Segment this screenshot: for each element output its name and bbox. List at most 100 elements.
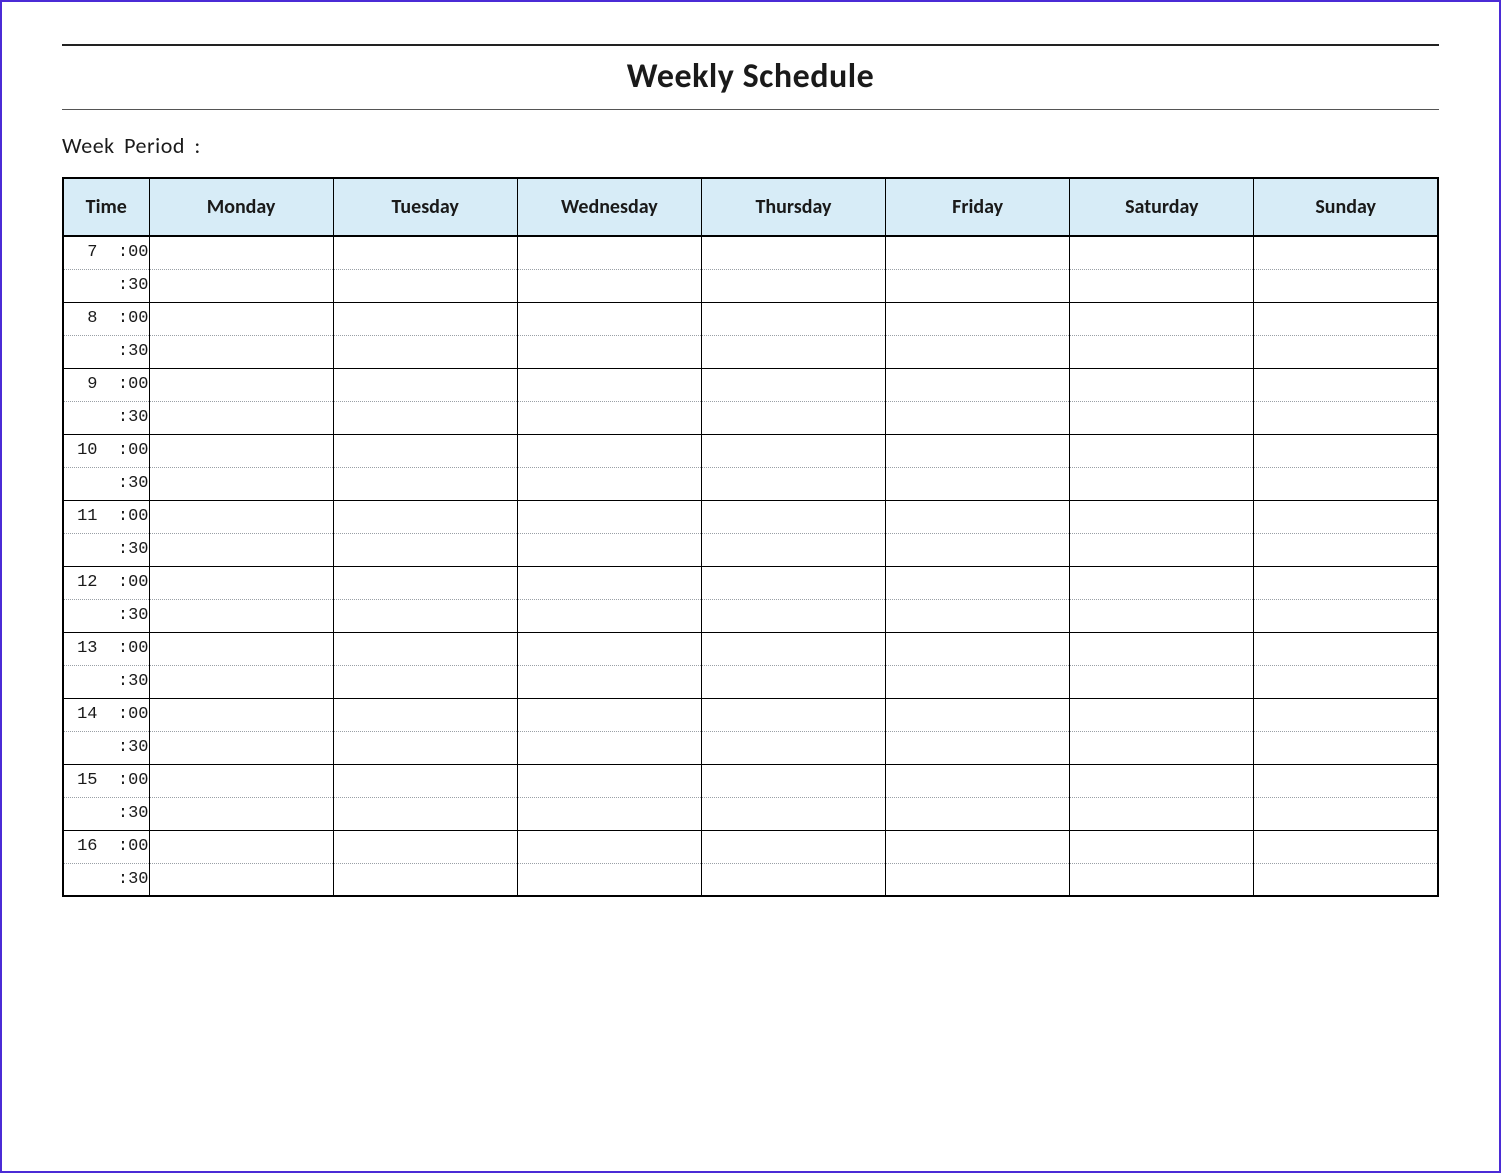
schedule-cell[interactable] [701, 797, 885, 830]
schedule-cell[interactable] [1254, 500, 1438, 533]
schedule-cell[interactable] [1254, 830, 1438, 863]
schedule-cell[interactable] [1254, 599, 1438, 632]
schedule-cell[interactable] [701, 302, 885, 335]
schedule-cell[interactable] [701, 533, 885, 566]
schedule-cell[interactable] [1254, 401, 1438, 434]
schedule-cell[interactable] [333, 632, 517, 665]
schedule-cell[interactable] [701, 764, 885, 797]
schedule-cell[interactable] [701, 500, 885, 533]
schedule-cell[interactable] [886, 566, 1070, 599]
schedule-cell[interactable] [1070, 467, 1254, 500]
schedule-cell[interactable] [701, 368, 885, 401]
schedule-cell[interactable] [701, 665, 885, 698]
schedule-cell[interactable] [1254, 863, 1438, 896]
schedule-cell[interactable] [149, 863, 333, 896]
schedule-cell[interactable] [517, 599, 701, 632]
schedule-cell[interactable] [149, 830, 333, 863]
schedule-cell[interactable] [701, 599, 885, 632]
schedule-cell[interactable] [886, 764, 1070, 797]
schedule-cell[interactable] [886, 401, 1070, 434]
schedule-cell[interactable] [333, 797, 517, 830]
schedule-cell[interactable] [886, 500, 1070, 533]
schedule-cell[interactable] [1070, 368, 1254, 401]
schedule-cell[interactable] [1254, 302, 1438, 335]
schedule-cell[interactable] [1070, 665, 1254, 698]
schedule-cell[interactable] [1254, 434, 1438, 467]
schedule-cell[interactable] [149, 368, 333, 401]
schedule-cell[interactable] [886, 830, 1070, 863]
schedule-cell[interactable] [1070, 401, 1254, 434]
schedule-cell[interactable] [517, 236, 701, 269]
schedule-cell[interactable] [886, 599, 1070, 632]
schedule-cell[interactable] [1070, 797, 1254, 830]
schedule-cell[interactable] [149, 269, 333, 302]
schedule-cell[interactable] [149, 533, 333, 566]
schedule-cell[interactable] [1070, 236, 1254, 269]
schedule-cell[interactable] [701, 731, 885, 764]
schedule-cell[interactable] [886, 731, 1070, 764]
schedule-cell[interactable] [1070, 632, 1254, 665]
schedule-cell[interactable] [886, 632, 1070, 665]
schedule-cell[interactable] [886, 665, 1070, 698]
schedule-cell[interactable] [701, 269, 885, 302]
schedule-cell[interactable] [333, 665, 517, 698]
schedule-cell[interactable] [517, 500, 701, 533]
schedule-cell[interactable] [149, 302, 333, 335]
schedule-cell[interactable] [333, 764, 517, 797]
schedule-cell[interactable] [149, 335, 333, 368]
schedule-cell[interactable] [333, 401, 517, 434]
schedule-cell[interactable] [701, 434, 885, 467]
schedule-cell[interactable] [886, 302, 1070, 335]
schedule-cell[interactable] [1254, 236, 1438, 269]
schedule-cell[interactable] [1070, 533, 1254, 566]
schedule-cell[interactable] [333, 863, 517, 896]
schedule-cell[interactable] [701, 335, 885, 368]
schedule-cell[interactable] [1070, 434, 1254, 467]
schedule-cell[interactable] [149, 698, 333, 731]
schedule-cell[interactable] [333, 467, 517, 500]
schedule-cell[interactable] [517, 467, 701, 500]
schedule-cell[interactable] [517, 731, 701, 764]
schedule-cell[interactable] [517, 797, 701, 830]
schedule-cell[interactable] [701, 632, 885, 665]
schedule-cell[interactable] [149, 434, 333, 467]
schedule-cell[interactable] [886, 467, 1070, 500]
schedule-cell[interactable] [1070, 764, 1254, 797]
schedule-cell[interactable] [701, 401, 885, 434]
schedule-cell[interactable] [149, 236, 333, 269]
schedule-cell[interactable] [517, 566, 701, 599]
schedule-cell[interactable] [149, 467, 333, 500]
schedule-cell[interactable] [1254, 632, 1438, 665]
schedule-cell[interactable] [886, 533, 1070, 566]
schedule-cell[interactable] [1254, 368, 1438, 401]
schedule-cell[interactable] [517, 269, 701, 302]
schedule-cell[interactable] [701, 830, 885, 863]
schedule-cell[interactable] [517, 863, 701, 896]
schedule-cell[interactable] [1254, 533, 1438, 566]
schedule-cell[interactable] [517, 830, 701, 863]
schedule-cell[interactable] [1254, 797, 1438, 830]
schedule-cell[interactable] [1254, 731, 1438, 764]
schedule-cell[interactable] [333, 335, 517, 368]
schedule-cell[interactable] [517, 302, 701, 335]
schedule-cell[interactable] [1070, 698, 1254, 731]
schedule-cell[interactable] [517, 764, 701, 797]
schedule-cell[interactable] [333, 302, 517, 335]
schedule-cell[interactable] [1070, 269, 1254, 302]
schedule-cell[interactable] [149, 797, 333, 830]
schedule-cell[interactable] [886, 698, 1070, 731]
schedule-cell[interactable] [517, 401, 701, 434]
schedule-cell[interactable] [886, 236, 1070, 269]
schedule-cell[interactable] [1254, 665, 1438, 698]
schedule-cell[interactable] [886, 434, 1070, 467]
schedule-cell[interactable] [701, 566, 885, 599]
schedule-cell[interactable] [701, 863, 885, 896]
schedule-cell[interactable] [333, 599, 517, 632]
schedule-cell[interactable] [886, 863, 1070, 896]
schedule-cell[interactable] [1070, 335, 1254, 368]
schedule-cell[interactable] [1070, 500, 1254, 533]
schedule-cell[interactable] [1254, 335, 1438, 368]
schedule-cell[interactable] [1070, 599, 1254, 632]
schedule-cell[interactable] [333, 830, 517, 863]
schedule-cell[interactable] [1254, 269, 1438, 302]
